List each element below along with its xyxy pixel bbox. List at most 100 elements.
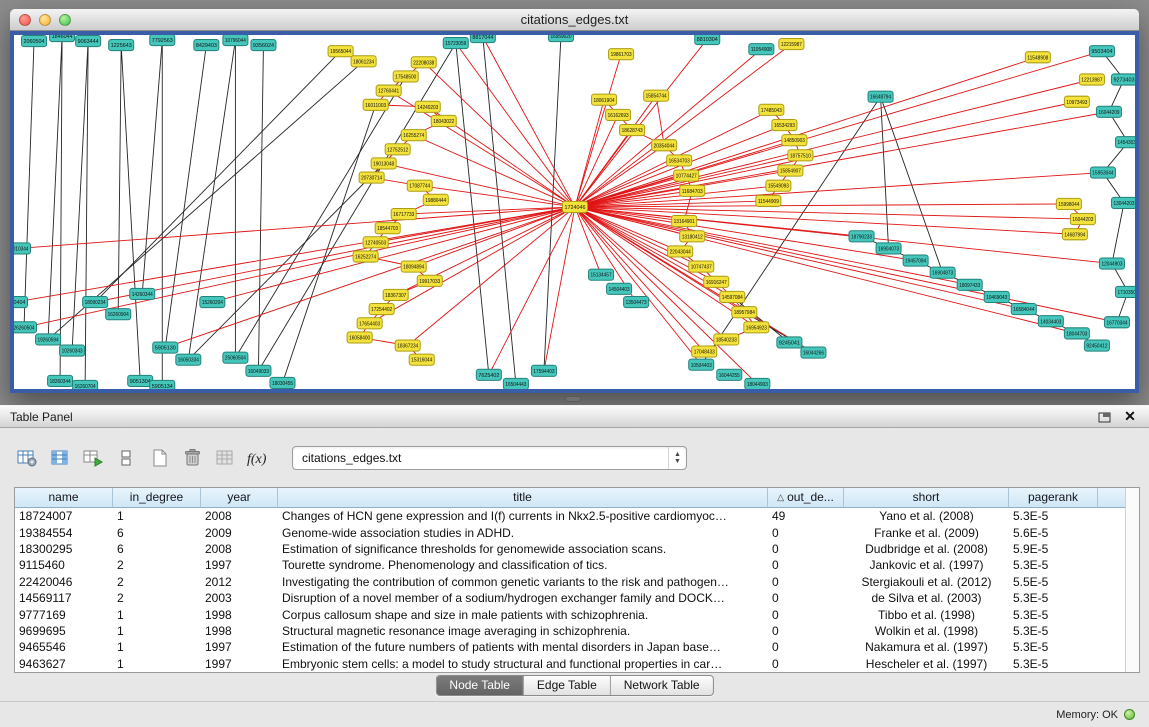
- table-row[interactable]: 977716911998Corpus callosum shape and si…: [15, 606, 1125, 622]
- table-cell[interactable]: 5.3E-5: [1009, 508, 1098, 524]
- table-cell[interactable]: 49: [768, 508, 844, 524]
- graph-node[interactable]: 13044203: [1111, 197, 1135, 208]
- graph-node[interactable]: 16534293: [772, 119, 797, 130]
- graph-node[interactable]: 16954923: [744, 322, 769, 333]
- table-cell[interactable]: 5.3E-5: [1009, 557, 1098, 573]
- graph-node[interactable]: 10774427: [674, 170, 699, 181]
- graph-node[interactable]: 22043044: [668, 246, 693, 257]
- table-row[interactable]: 1872400712008Changes of HCN gene express…: [15, 508, 1125, 524]
- table-row[interactable]: 1830029562008Estimation of significance …: [15, 541, 1125, 557]
- table-cell[interactable]: 5.6E-5: [1009, 524, 1098, 540]
- table-cell[interactable]: Jankovic et al. (1997): [844, 557, 1009, 573]
- graph-node[interactable]: 19861703: [609, 49, 634, 60]
- graph-node[interactable]: 8810304: [695, 35, 720, 45]
- table-cell[interactable]: 1997: [201, 557, 278, 573]
- table-cell[interactable]: 0: [768, 541, 844, 557]
- table-cell[interactable]: Embryonic stem cells: a model to study s…: [278, 656, 768, 672]
- graph-node[interactable]: 16959020: [548, 35, 573, 42]
- graph-node[interactable]: 16049033: [246, 365, 271, 376]
- column-header-name[interactable]: name: [15, 488, 113, 508]
- graph-node[interactable]: 12760441: [376, 85, 401, 96]
- graph-node[interactable]: 15854907: [778, 165, 803, 176]
- table-cell[interactable]: 0: [768, 524, 844, 540]
- network-table-select[interactable]: citations_edges.txt▲▼: [292, 446, 687, 470]
- table-cell[interactable]: Tourette syndrome. Phenomenology and cla…: [278, 557, 768, 573]
- window-titlebar[interactable]: citations_edges.txt: [10, 9, 1139, 31]
- table-cell[interactable]: 0: [768, 623, 844, 639]
- graph-node[interactable]: 14597084: [720, 291, 745, 302]
- graph-node[interactable]: 16648794: [868, 91, 893, 102]
- network-canvas[interactable]: 2060504184604490634441225643779256384294…: [14, 35, 1135, 389]
- graph-node[interactable]: 16260904: [106, 309, 131, 320]
- table-cell[interactable]: 9463627: [15, 656, 113, 672]
- graph-node[interactable]: 10469043: [984, 291, 1009, 302]
- graph-node[interactable]: 20730714: [359, 172, 384, 183]
- table-cell[interactable]: Franke et al. (2009): [844, 524, 1009, 540]
- graph-node[interactable]: 1846044: [50, 35, 75, 42]
- graph-node[interactable]: 16717733: [391, 208, 416, 219]
- table-cell[interactable]: 1: [113, 508, 201, 524]
- table-cell[interactable]: Investigating the contribution of common…: [278, 574, 768, 590]
- close-window-icon[interactable]: [19, 14, 31, 26]
- table-cell[interactable]: de Silva et al. (2003): [844, 590, 1009, 606]
- table-cell[interactable]: 5.3E-5: [1009, 639, 1098, 655]
- graph-node[interactable]: 10747437: [689, 261, 714, 272]
- graph-node[interactable]: 10796044: [223, 35, 248, 46]
- table-cell[interactable]: 0: [768, 606, 844, 622]
- table-cell[interactable]: Tibbo et al. (1998): [844, 606, 1009, 622]
- table-cell[interactable]: 1: [113, 656, 201, 672]
- graph-node[interactable]: 7625402: [476, 369, 501, 380]
- graph-node[interactable]: 16534703: [667, 155, 692, 166]
- graph-node[interactable]: 1225643: [109, 40, 134, 51]
- graph-node[interactable]: 18043022: [431, 115, 456, 126]
- table-cell[interactable]: 5.3E-5: [1009, 656, 1098, 672]
- graph-node[interactable]: 15723059: [443, 38, 468, 49]
- table-cell[interactable]: 0: [768, 590, 844, 606]
- table-cell[interactable]: 1997: [201, 656, 278, 672]
- graph-node[interactable]: 16044255: [717, 369, 742, 380]
- graph-node[interactable]: 25060504: [223, 352, 248, 363]
- graph-node[interactable]: 16904873: [930, 267, 955, 278]
- graph-node[interactable]: 10504403: [689, 359, 714, 370]
- column-header-title[interactable]: title: [278, 488, 768, 508]
- graph-node[interactable]: 18097433: [957, 279, 982, 290]
- graph-node[interactable]: 18044703: [1064, 328, 1089, 339]
- table-cell[interactable]: 5.5E-5: [1009, 574, 1098, 590]
- graph-node[interactable]: 16255274: [401, 130, 426, 141]
- graph-node[interactable]: 5905130: [153, 342, 178, 353]
- graph-node[interactable]: 12213987: [1079, 74, 1104, 85]
- table-vertical-scrollbar[interactable]: [1125, 488, 1139, 672]
- table-cell[interactable]: Changes of HCN gene expression and I(f) …: [278, 508, 768, 524]
- table-cell[interactable]: Structural magnetic resonance image aver…: [278, 623, 768, 639]
- graph-node[interactable]: 18757510: [788, 150, 813, 161]
- table-cell[interactable]: 9115460: [15, 557, 113, 573]
- graph-node[interactable]: 15953044: [1090, 167, 1115, 178]
- table-cell[interactable]: 2: [113, 574, 201, 590]
- graph-node[interactable]: 19260594: [36, 334, 61, 345]
- graph-node[interactable]: 17654403: [357, 318, 382, 329]
- table-cell[interactable]: 0: [768, 557, 844, 573]
- graph-node[interactable]: 9063444: [76, 36, 101, 47]
- table-cell[interactable]: 2008: [201, 508, 278, 524]
- graph-node[interactable]: 18544703: [375, 223, 400, 234]
- table-cell[interactable]: 18724007: [15, 508, 113, 524]
- graph-node[interactable]: 13504473: [624, 296, 649, 307]
- graph-node[interactable]: 9245041: [777, 337, 802, 348]
- table-cell[interactable]: 9699695: [15, 623, 113, 639]
- table-cell[interactable]: Yano et al. (2008): [844, 508, 1009, 524]
- table-cell[interactable]: 2003: [201, 590, 278, 606]
- show-columns-icon[interactable]: [47, 446, 73, 470]
- graph-node[interactable]: 18094894: [401, 261, 426, 272]
- row-height-icon[interactable]: [113, 446, 139, 470]
- graph-node[interactable]: 16916247: [704, 276, 729, 287]
- graph-node[interactable]: 16050334: [176, 354, 201, 365]
- graph-node[interactable]: 16044209: [1096, 106, 1121, 117]
- table-row[interactable]: 969969511998Structural magnetic resonanc…: [15, 623, 1125, 639]
- close-panel-icon[interactable]: ✕: [1121, 409, 1139, 425]
- table-cell[interactable]: 5.3E-5: [1009, 623, 1098, 639]
- graph-node[interactable]: 9273403: [1111, 74, 1135, 85]
- graph-node[interactable]: 16044266: [801, 347, 826, 358]
- graph-node[interactable]: 16584044: [1011, 304, 1036, 315]
- graph-node[interactable]: 15854744: [644, 90, 669, 101]
- table-cell[interactable]: 2009: [201, 524, 278, 540]
